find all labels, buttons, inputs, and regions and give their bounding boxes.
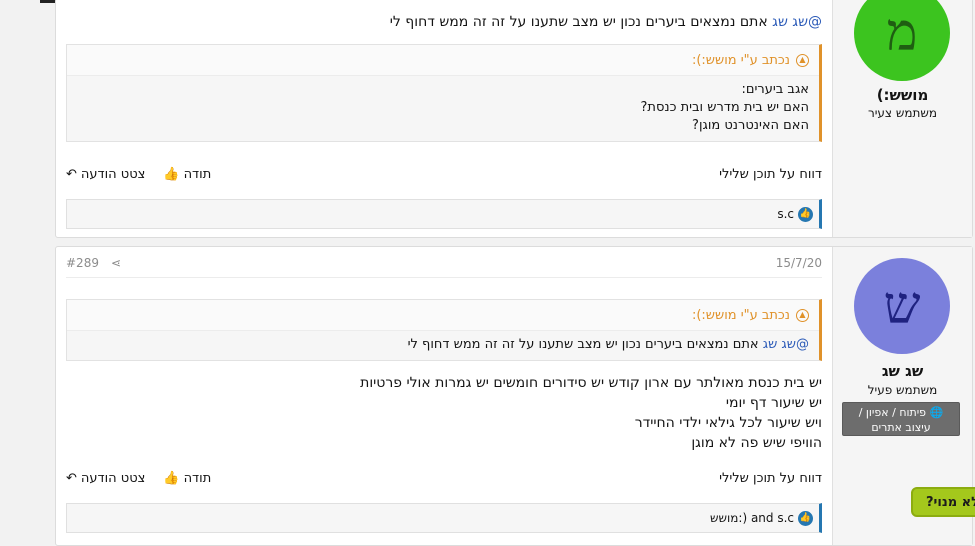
reply-arrow-icon: ↶ [66, 167, 77, 182]
quote-button-label: צטט הודעה [80, 471, 146, 486]
post-line: הוויפי שיש פה לא מוגן [691, 435, 822, 451]
quote-line: אגב ביערים: [741, 82, 809, 97]
post-text: אתם נמצאים ביערים נכון יש מצב שתענו על ז… [389, 14, 773, 30]
post-date[interactable]: 15/7/20 [776, 256, 822, 270]
post-number[interactable]: #289 [66, 256, 99, 270]
reactions-bar[interactable]: מושש:) and s.c 👍 [66, 503, 822, 533]
reactions-text[interactable]: s.c [777, 207, 794, 221]
post-content: @שג שג אתם נמצאים ביערים נכון יש מצב שתע… [66, 0, 822, 237]
banner-line: עיצוב אתרים [871, 421, 931, 434]
thanks-button[interactable]: 👍 תודה [163, 167, 211, 182]
post-body: @שג שג אתם נמצאים ביערים נכון יש מצב שתע… [66, 12, 822, 32]
quote-text: אתם נמצאים ביערים נכון יש מצב שתענו על ז… [407, 337, 763, 352]
quote-body: @שג שג אתם נמצאים ביערים נכון יש מצב שתע… [77, 336, 809, 354]
avatar-letter: מ [886, 3, 918, 63]
quote-button[interactable]: ↶ צטט הודעה [66, 167, 145, 182]
post-meta: #289 ⋖ 15/7/20 [66, 247, 822, 278]
post-2: ש שג שג משתמש פעיל פיתוח / אפיון / 🌐 עיצ… [55, 246, 973, 546]
like-icon: 👍 [798, 510, 813, 526]
reactions-text[interactable]: מושש:) and s.c [710, 511, 794, 525]
banner-line: פיתוח / אפיון / 🌐 [843, 405, 959, 420]
quote-block: נכתב ע"י מושש:): ▲ אגב ביערים: האם יש בי… [66, 44, 822, 142]
reply-arrow-icon: ↶ [66, 471, 77, 486]
quote-button[interactable]: ↶ צטט הודעה [66, 471, 145, 486]
post-1: מ מושש:) משתמש צעיר @שג שג אתם נמצאים בי… [55, 0, 973, 238]
post-line: ויש שיעור לכל גילאי ילדי החיידר [634, 415, 822, 431]
quote-button-label: צטט הודעה [80, 167, 146, 182]
user-title: משתמש צעיר [867, 106, 938, 120]
reactions-bar[interactable]: s.c 👍 [66, 199, 822, 229]
subscribe-prompt-button[interactable]: לא מנוי? [911, 487, 975, 517]
banner-text: פיתוח / אפיון / [858, 406, 927, 419]
username[interactable]: מושש:) [833, 86, 972, 104]
mention-link[interactable]: @שג שג [763, 337, 809, 352]
quote-header[interactable]: נכתב ע"י מושש:): ▲ [67, 45, 819, 76]
post-content: #289 ⋖ 15/7/20 נכתב ע"י מושש:): ▲ @שג שג… [66, 247, 822, 545]
post-line: יש שיעור דף יומי [725, 395, 822, 411]
quote-header[interactable]: נכתב ע"י מושש:): ▲ [67, 300, 819, 331]
quote-line: האם האינטרנט מוגן? [692, 118, 809, 133]
avatar[interactable]: מ [854, 0, 950, 81]
mention-link[interactable]: @שג שג [772, 14, 822, 30]
up-arrow-icon[interactable]: ▲ [796, 53, 809, 67]
thanks-button[interactable]: 👍 תודה [163, 471, 211, 486]
thanks-button-label: תודה [183, 167, 212, 182]
post-actions: ↶ צטט הודעה 👍 תודה דווח על תוכן שלילי [66, 471, 822, 491]
quote-line: האם יש בית מדרש ובית כנסת? [640, 100, 810, 115]
globe-icon: 🌐 [929, 406, 944, 419]
post-actions: ↶ צטט הודעה 👍 תודה דווח על תוכן שלילי [66, 167, 822, 187]
post-line: יש בית כנסת מאולתר עם ארון קודש יש סידור… [360, 375, 822, 391]
user-title: משתמש פעיל [867, 383, 938, 397]
thumbs-up-icon: 👍 [163, 471, 180, 486]
share-icon[interactable]: ⋖ [111, 256, 121, 270]
user-banner: פיתוח / אפיון / 🌐 עיצוב אתרים [842, 402, 960, 436]
report-link[interactable]: דווח על תוכן שלילי [719, 471, 822, 486]
avatar[interactable]: ש [854, 258, 950, 354]
avatar-letter: ש [883, 276, 921, 336]
quote-author[interactable]: נכתב ע"י מושש:): [692, 53, 790, 68]
like-icon: 👍 [798, 206, 813, 222]
quote-body: אגב ביערים: האם יש בית מדרש ובית כנסת? ה… [77, 81, 810, 135]
post-body: יש בית כנסת מאולתר עם ארון קודש יש סידור… [66, 373, 822, 453]
up-arrow-icon[interactable]: ▲ [796, 308, 809, 322]
quote-author[interactable]: נכתב ע"י מושש:): [692, 308, 790, 323]
thumbs-up-icon: 👍 [163, 167, 180, 182]
quote-block: נכתב ע"י מושש:): ▲ @שג שג אתם נמצאים ביע… [66, 299, 822, 361]
report-link[interactable]: דווח על תוכן שלילי [719, 167, 822, 182]
user-cell: מ מושש:) משתמש צעיר [832, 0, 972, 237]
username[interactable]: שג שג [833, 362, 972, 380]
thanks-button-label: תודה [183, 471, 212, 486]
